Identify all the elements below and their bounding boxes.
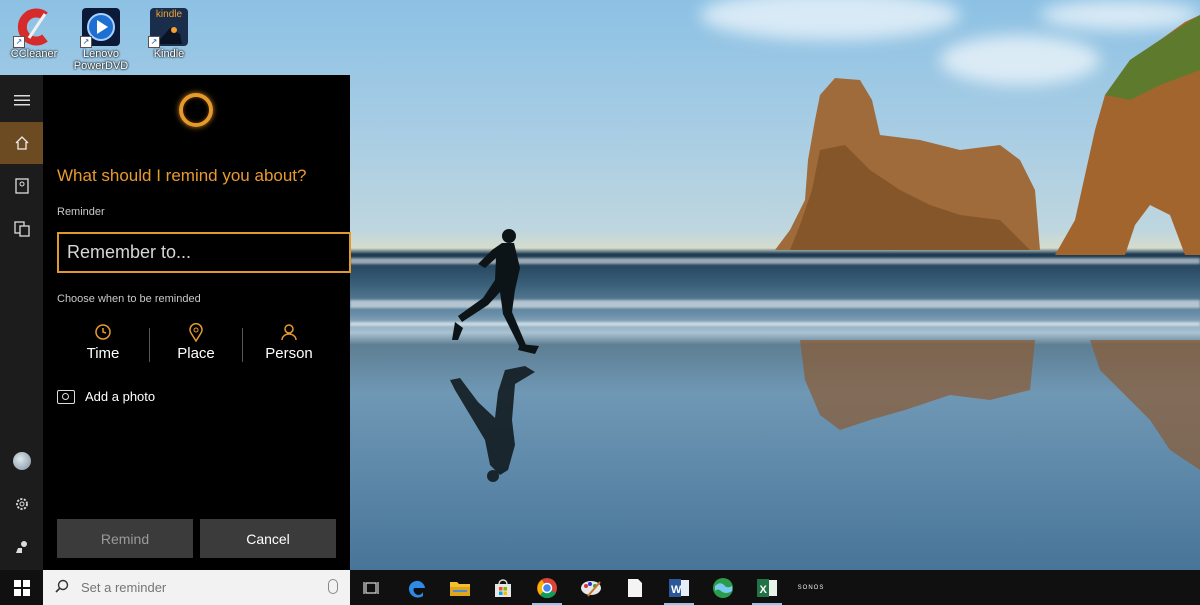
person-option-button[interactable]: Person xyxy=(243,323,335,367)
time-option-label: Time xyxy=(86,345,120,362)
kindle-badge: kindle xyxy=(155,9,183,20)
svg-text:X: X xyxy=(760,584,768,596)
edge-icon[interactable] xyxy=(398,570,436,605)
sonos-label: SONOS xyxy=(797,584,825,591)
settings-icon[interactable] xyxy=(0,483,43,525)
reminder-label: Reminder xyxy=(57,206,105,218)
maps-icon[interactable] xyxy=(704,570,742,605)
sonos-icon[interactable]: SONOS xyxy=(792,570,830,605)
excel-icon[interactable]: X xyxy=(748,570,786,605)
shortcut-arrow-icon: ↗ xyxy=(80,36,92,48)
feedback-icon[interactable] xyxy=(0,526,43,568)
person-option-label: Person xyxy=(265,345,313,362)
powerdvd-icon: ↗ xyxy=(80,8,120,48)
devices-icon[interactable] xyxy=(0,208,43,250)
cortana-reminder-panel: What should I remind you about? Reminder… xyxy=(43,75,351,570)
shortcut-arrow-icon: ↗ xyxy=(148,36,160,48)
search-input[interactable] xyxy=(79,579,303,596)
cortana-logo-icon xyxy=(179,93,213,127)
chrome-icon[interactable] xyxy=(528,570,566,605)
file-explorer-icon[interactable] xyxy=(441,570,479,605)
kindle-icon: kindle ↗ xyxy=(148,8,188,48)
cortana-side-rail xyxy=(0,75,43,570)
place-option-label: Place xyxy=(177,345,215,362)
location-pin-icon xyxy=(150,323,242,345)
clock-icon xyxy=(57,323,149,345)
search-icon xyxy=(55,579,71,596)
menu-icon[interactable] xyxy=(0,79,43,121)
desktop-icon-label: Lenovo PowerDVD 10 xyxy=(73,48,129,72)
time-option-button[interactable]: Time xyxy=(57,323,149,367)
person-icon xyxy=(243,323,335,345)
taskbar: W X SONOS xyxy=(0,570,1200,605)
notebook-icon[interactable] xyxy=(0,165,43,207)
word-icon[interactable]: W xyxy=(660,570,698,605)
add-photo-label: Add a photo xyxy=(85,389,156,404)
ccleaner-icon: ↗ xyxy=(13,8,53,48)
choose-when-label: Choose when to be reminded xyxy=(57,293,201,305)
paint-icon[interactable] xyxy=(572,570,610,605)
desktop-icon-label: CCleaner xyxy=(10,48,58,60)
place-option-button[interactable]: Place xyxy=(150,323,242,367)
cancel-button[interactable]: Cancel xyxy=(200,519,336,558)
page-title: What should I remind you about? xyxy=(57,166,307,185)
desktop-icon-kindle[interactable]: kindle ↗ Kindle xyxy=(139,8,199,60)
taskbar-search-box[interactable] xyxy=(43,570,350,605)
avatar[interactable] xyxy=(0,440,43,482)
home-icon[interactable] xyxy=(0,122,43,164)
shortcut-arrow-icon: ↗ xyxy=(13,36,25,48)
desktop-icon-ccleaner[interactable]: ↗ CCleaner xyxy=(4,8,64,60)
desktop-icon-powerdvd[interactable]: ↗ Lenovo PowerDVD 10 xyxy=(71,8,131,72)
reminder-input[interactable] xyxy=(57,232,351,273)
add-photo-button[interactable]: Add a photo xyxy=(57,389,155,404)
notepad-icon[interactable] xyxy=(616,570,654,605)
microphone-icon[interactable] xyxy=(328,579,338,594)
start-button[interactable] xyxy=(0,570,43,605)
store-icon[interactable] xyxy=(484,570,522,605)
camera-icon xyxy=(57,389,75,404)
desktop-icon-label: Kindle xyxy=(153,48,185,60)
remind-button[interactable]: Remind xyxy=(57,519,193,558)
windows-logo-icon xyxy=(13,579,30,596)
task-view-icon[interactable] xyxy=(352,570,390,605)
svg-text:W: W xyxy=(671,584,682,596)
